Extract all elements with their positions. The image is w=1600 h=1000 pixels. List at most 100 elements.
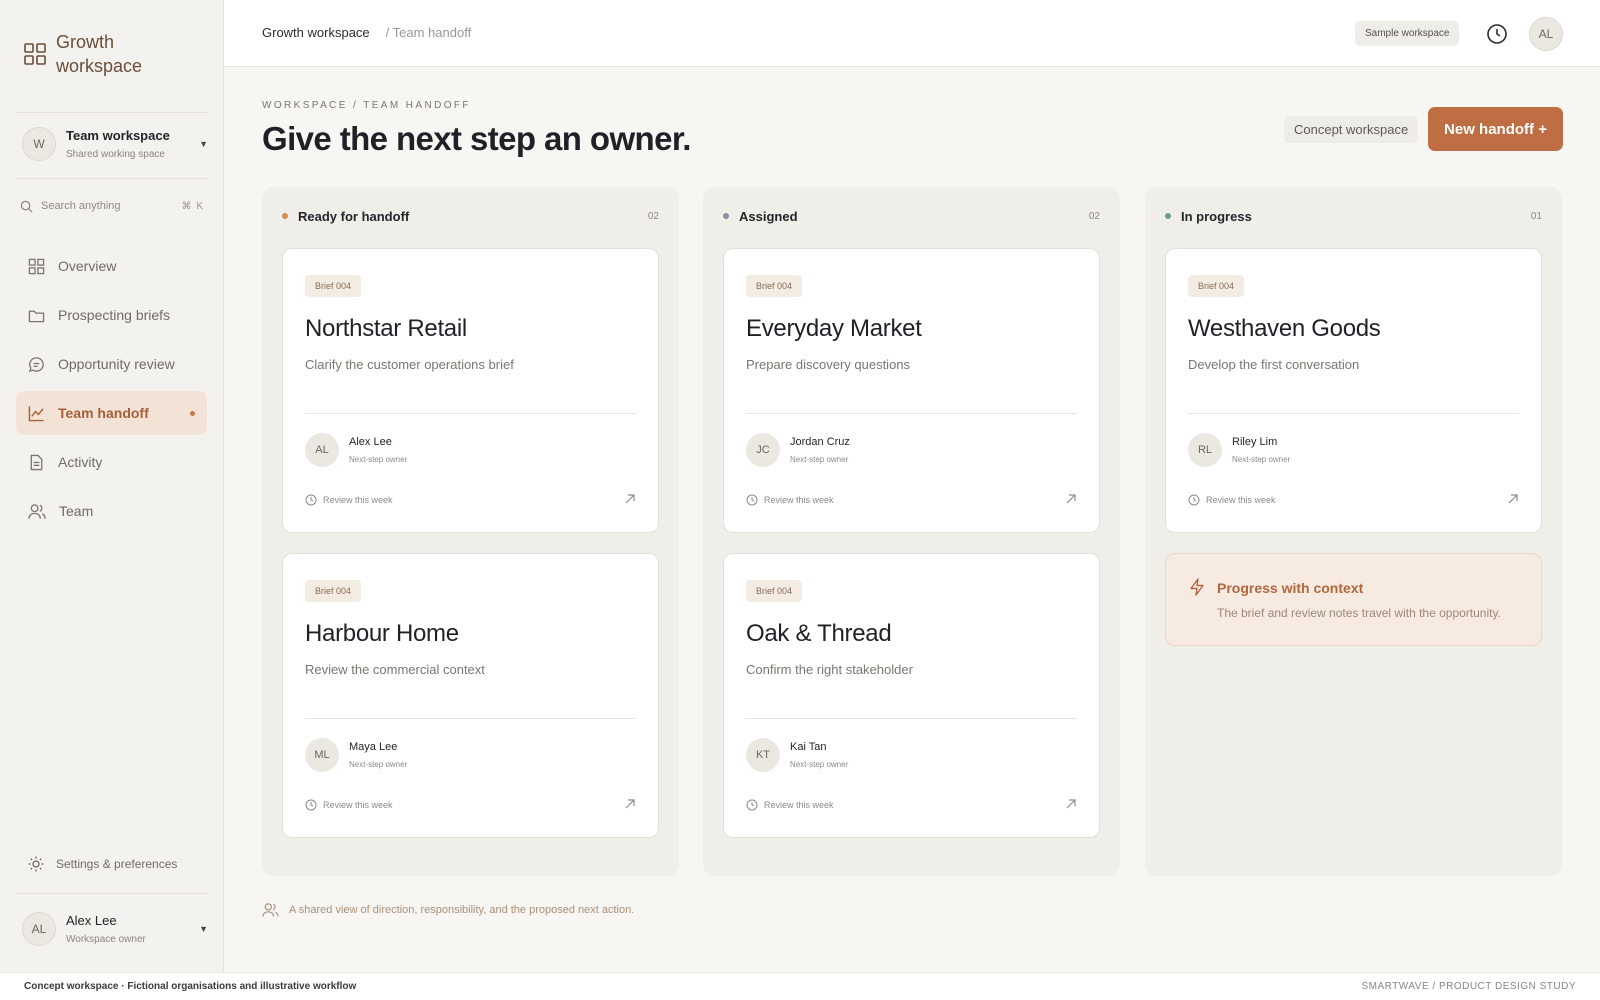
grid-icon (24, 43, 46, 65)
settings-link[interactable]: Settings & preferences (28, 856, 177, 872)
column-count: 01 (1530, 210, 1542, 222)
owner-name: Maya Lee (349, 741, 398, 753)
user-name: Alex Lee (66, 913, 117, 928)
divider (1188, 413, 1519, 414)
card-title: Westhaven Goods (1188, 315, 1381, 342)
users-icon (262, 903, 279, 917)
chevron-down-icon: ▼ (199, 139, 208, 149)
review-label: Review this week (323, 800, 393, 810)
search-icon (20, 200, 33, 213)
handoff-card[interactable]: Brief 004 Everyday Market Prepare discov… (723, 248, 1100, 533)
review-label: Review this week (764, 800, 834, 810)
line-chart-icon (28, 405, 44, 421)
card-title: Oak & Thread (746, 620, 892, 647)
review-label: Review this week (323, 495, 393, 505)
arrow-up-right-icon[interactable] (1065, 798, 1077, 810)
bottom-bar-left: Concept workspace · Fictional organisati… (24, 981, 357, 992)
owner: AL Alex Lee Next-step owner (305, 433, 407, 467)
active-indicator-dot (190, 410, 195, 416)
handoff-card[interactable]: Brief 004 Harbour Home Review the commer… (282, 553, 659, 838)
brief-badge: Brief 004 (746, 580, 803, 602)
workspace-avatar: W (22, 127, 56, 161)
brief-badge: Brief 004 (305, 580, 362, 602)
arrow-up-right-icon[interactable] (1507, 493, 1519, 505)
bottom-bar-right: SMARTWAVE / PRODUCT DESIGN STUDY (1361, 981, 1576, 992)
card-description: Clarify the customer operations brief (305, 357, 514, 372)
owner-role: Next-step owner (1232, 455, 1291, 464)
brief-badge: Brief 004 (746, 275, 803, 297)
divider (16, 112, 208, 113)
progress-note: Progress with context The brief and revi… (1165, 553, 1542, 646)
review-status: Review this week (305, 494, 393, 506)
bottom-bar: Concept workspace · Fictional organisati… (0, 972, 1600, 1000)
owner: JC Jordan Cruz Next-step owner (746, 433, 850, 467)
sidebar-item-label: Team handoff (58, 405, 149, 421)
note-title: Progress with context (1217, 580, 1364, 596)
page-eyebrow: WORKSPACE / TEAM HANDOFF (262, 100, 471, 111)
status-dot (282, 213, 288, 219)
breadcrumb-current: / Team handoff (385, 25, 472, 40)
arrow-up-right-icon[interactable] (624, 493, 636, 505)
document-icon (30, 454, 43, 470)
brief-badge: Brief 004 (305, 275, 362, 297)
arrow-up-right-icon[interactable] (1065, 493, 1077, 505)
settings-label: Settings & preferences (56, 857, 178, 871)
handoff-card[interactable]: Brief 004 Oak & Thread Confirm the right… (723, 553, 1100, 838)
user-menu[interactable]: AL Alex Lee Workspace owner ▼ (22, 912, 208, 946)
avatar: AL (22, 912, 56, 946)
sidebar-item-overview[interactable]: Overview (16, 244, 207, 288)
column-ready-for-handoff: Ready for handoff 02 Brief 004 Northstar… (262, 187, 679, 876)
column-title: Assigned (739, 208, 798, 224)
brand[interactable]: Growth workspace (24, 30, 166, 78)
chat-bubble-icon (28, 356, 44, 372)
sidebar-item-team[interactable]: Team (16, 489, 207, 533)
sidebar-item-team-handoff[interactable]: Team handoff (16, 391, 207, 435)
sun-settings-icon (28, 856, 44, 872)
avatar: JC (746, 433, 780, 467)
sidebar-item-prospecting-briefs[interactable]: Prospecting briefs (16, 293, 207, 337)
sidebar-item-label: Activity (58, 454, 103, 470)
search-placeholder: Search anything (41, 200, 121, 212)
note-text: The brief and review notes travel with t… (1217, 606, 1501, 620)
review-status: Review this week (305, 799, 393, 811)
sidebar-item-opportunity-review[interactable]: Opportunity review (16, 342, 207, 386)
card-description: Develop the first conversation (1188, 357, 1360, 372)
sidebar: Growth workspace W Team workspace Shared… (0, 0, 224, 972)
user-role: Workspace owner (66, 934, 146, 945)
sidebar-nav: Overview Prospecting briefs Opportunity … (16, 244, 207, 538)
owner-name: Riley Lim (1232, 436, 1278, 448)
sidebar-item-label: Overview (58, 258, 117, 274)
owner: RL Riley Lim Next-step owner (1188, 433, 1290, 467)
card-description: Confirm the right stakeholder (746, 662, 913, 677)
workspace-name: Team workspace (66, 128, 170, 143)
breadcrumb-root[interactable]: Growth workspace (262, 25, 370, 40)
divider (305, 718, 636, 719)
clock-icon[interactable] (1485, 22, 1509, 46)
search-input[interactable]: Search anything ⌘ K (20, 196, 204, 216)
status-dot (723, 213, 729, 219)
column-title: Ready for handoff (298, 208, 410, 224)
handoff-card[interactable]: Brief 004 Westhaven Goods Develop the fi… (1165, 248, 1542, 533)
owner: ML Maya Lee Next-step owner (305, 738, 407, 772)
card-description: Prepare discovery questions (746, 357, 911, 372)
card-description: Review the commercial context (305, 662, 485, 677)
handoff-card[interactable]: Brief 004 Northstar Retail Clarify the c… (282, 248, 659, 533)
workspace-switcher[interactable]: W Team workspace Shared working space ▼ (22, 126, 208, 162)
owner-role: Next-step owner (790, 760, 849, 769)
sidebar-item-label: Team (59, 503, 94, 519)
clock-icon (305, 494, 317, 506)
users-icon (28, 503, 46, 519)
review-label: Review this week (1206, 495, 1276, 505)
lightning-icon (1190, 578, 1204, 596)
sidebar-item-activity[interactable]: Activity (16, 440, 207, 484)
concept-workspace-badge: Concept workspace (1284, 116, 1419, 143)
column-count: 02 (1088, 210, 1100, 222)
divider (16, 893, 208, 894)
arrow-up-right-icon[interactable] (624, 798, 636, 810)
new-handoff-button[interactable]: New handoff + (1428, 107, 1563, 151)
sidebar-item-label: Opportunity review (58, 356, 175, 372)
avatar[interactable]: AL (1529, 17, 1563, 51)
clock-icon (746, 799, 758, 811)
clock-icon (1188, 494, 1200, 506)
card-title: Everyday Market (746, 315, 922, 342)
